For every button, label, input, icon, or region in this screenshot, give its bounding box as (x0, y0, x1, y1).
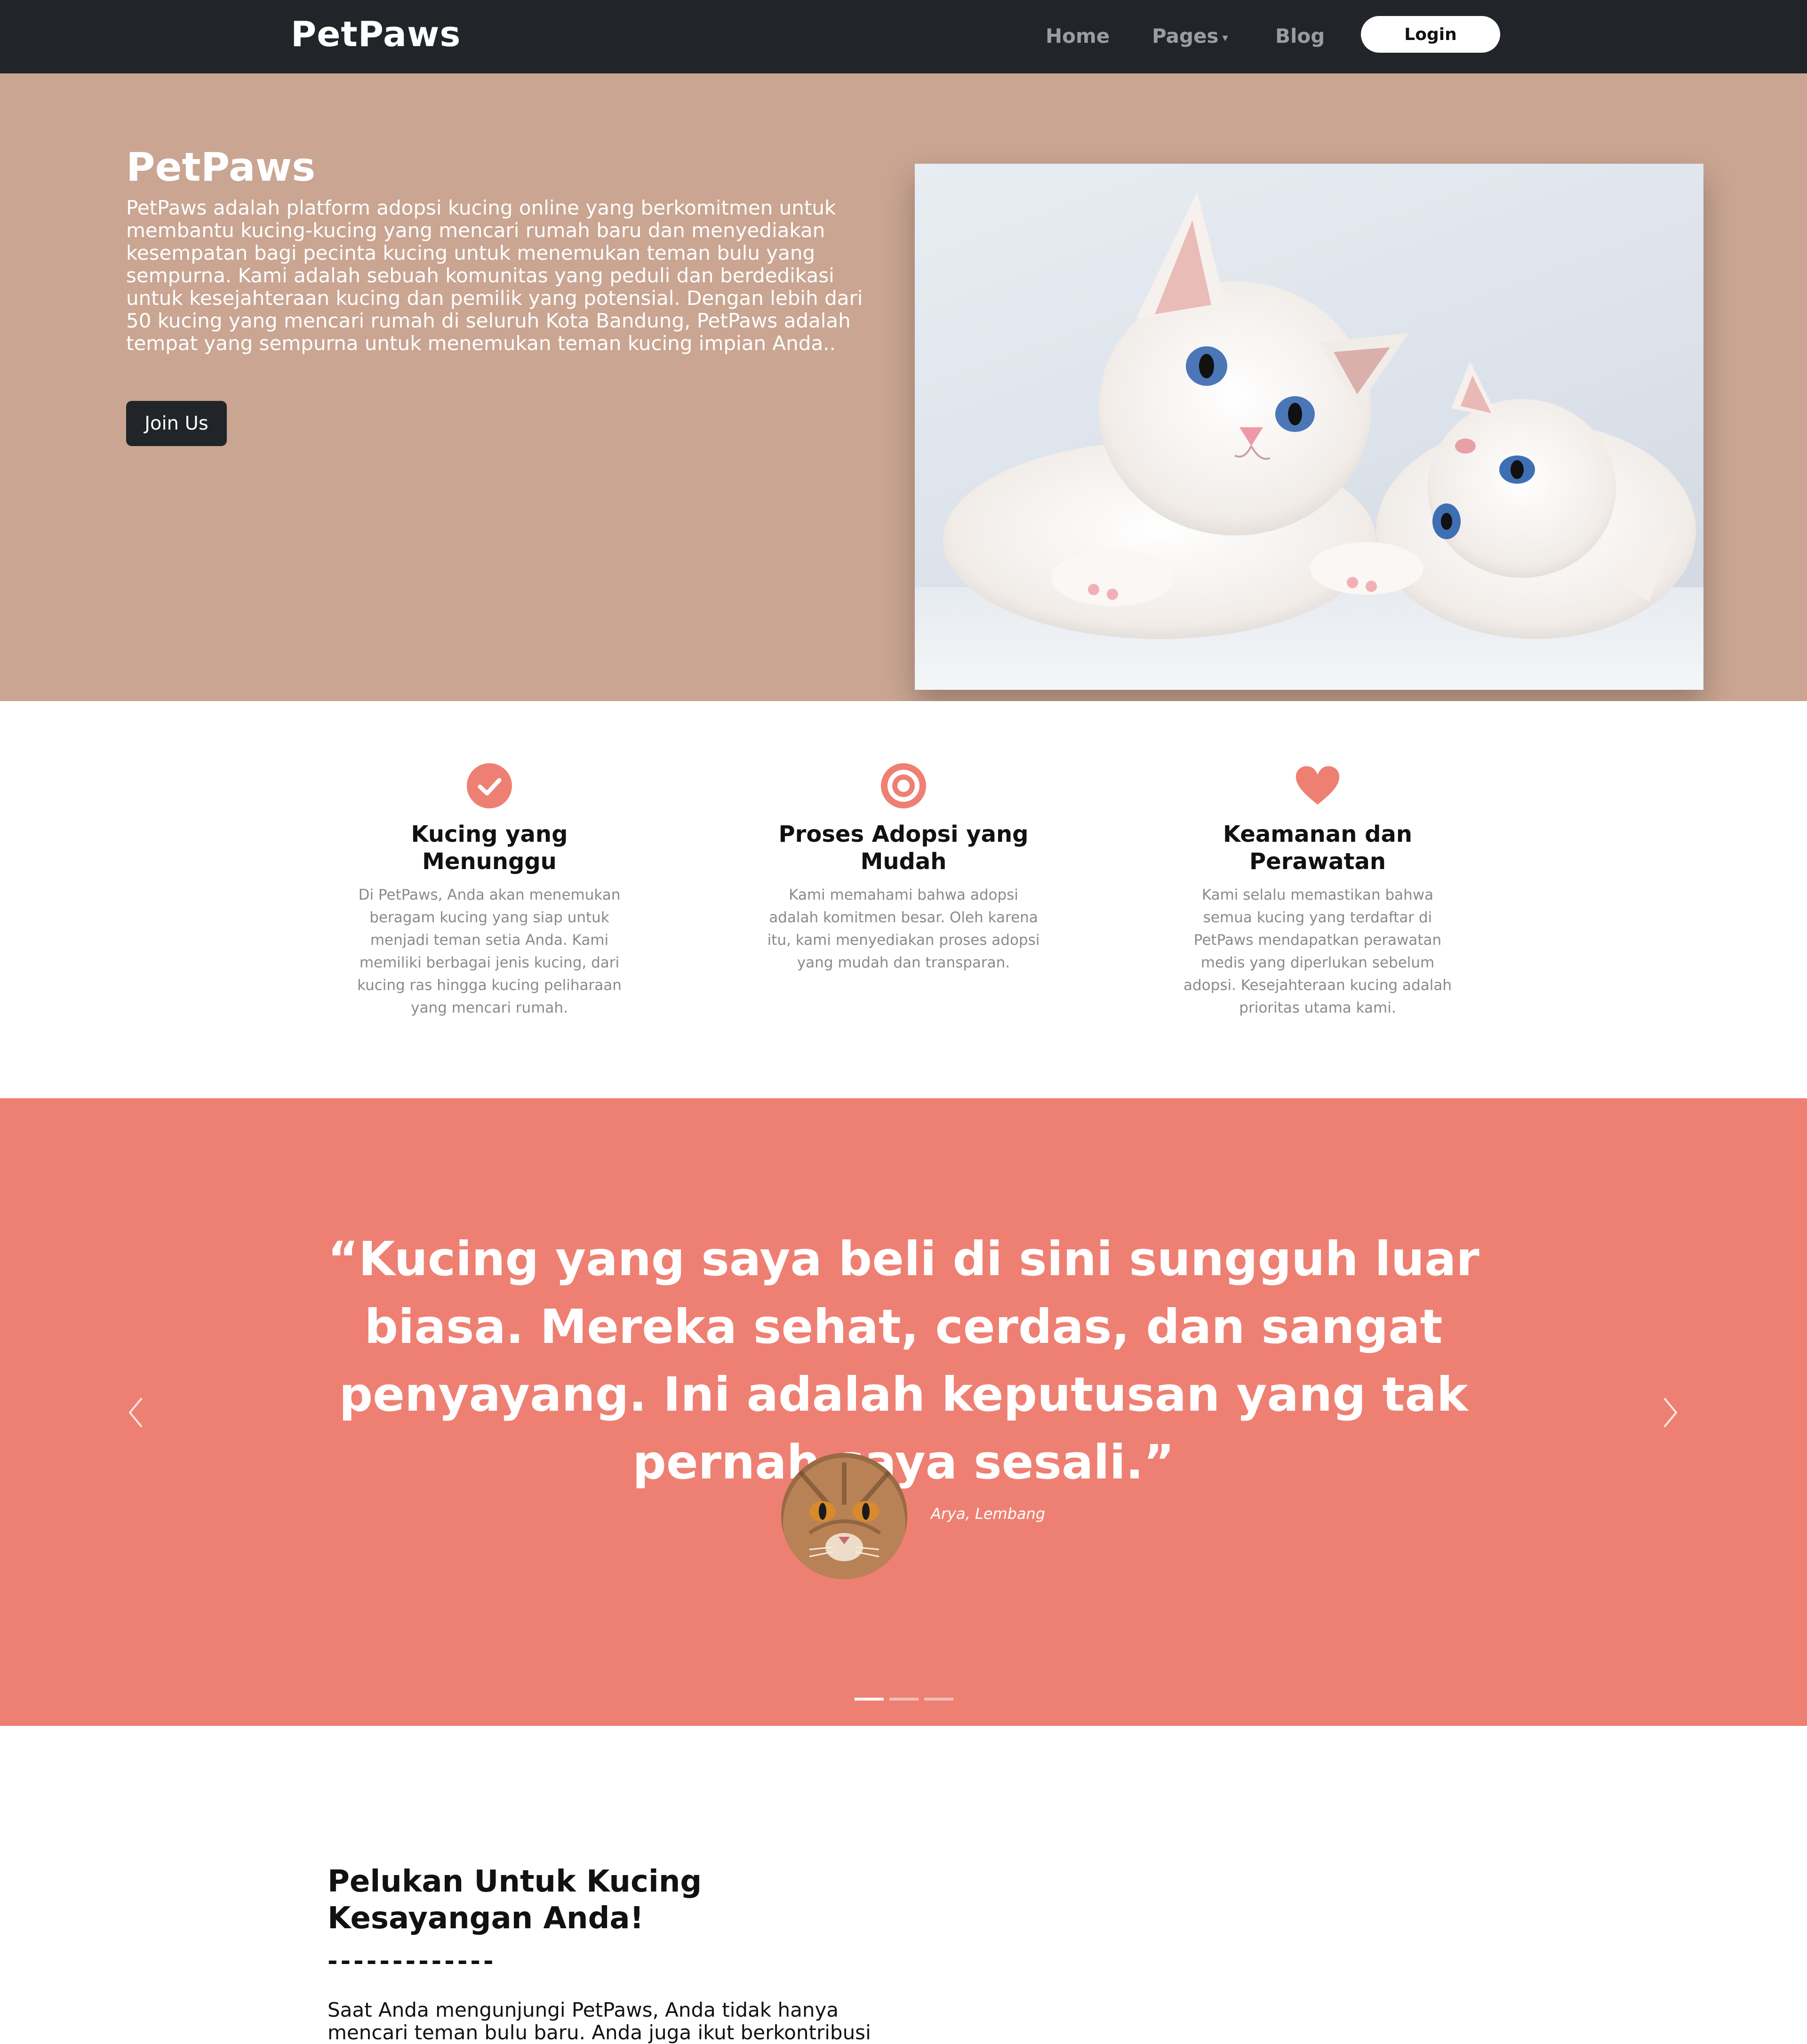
hero-title: PetPaws (126, 144, 316, 190)
feature-text: Kami memahami bahwa adopsi adalah komitm… (767, 886, 1040, 971)
feature-title: Keamanan dan Perawatan (1223, 821, 1413, 875)
navbar: PetPaws Home Pages ▾ Blog Login (0, 0, 1807, 73)
heart-icon (1295, 766, 1340, 805)
join-us-button[interactable]: Join Us (126, 401, 227, 446)
nav-pages-label: Pages (1152, 24, 1219, 48)
feature-text: Kami selalu memastikan bahwa semua kucin… (1183, 886, 1452, 1016)
caret-down-icon: ▾ (1222, 31, 1228, 44)
nav-blog-link[interactable]: Blog (1275, 24, 1325, 48)
chevron-left-icon (128, 1398, 142, 1427)
check-circle-icon (467, 763, 512, 808)
carousel-indicators (855, 1698, 953, 1701)
feature-easy-adoption: Proses Adopsi yang Mudah Kami memahami b… (758, 762, 1049, 974)
carousel-prev-button[interactable] (121, 1384, 150, 1441)
kittens-illustration (915, 192, 1703, 690)
testimonial-carousel: “Kucing yang saya beli di sini sungguh l… (0, 1098, 1807, 1726)
features-section: Kucing yang Menunggu Di PetPaws, Anda ak… (0, 701, 1807, 1098)
hero-section: PetPaws PetPaws adalah platform adopsi k… (0, 73, 1807, 701)
feature-text: Di PetPaws, Anda akan menemukan beragam … (357, 886, 622, 1016)
hero-description: PetPaws adalah platform adopsi kucing on… (126, 196, 863, 355)
hero-kittens-image (915, 164, 1703, 690)
nav-home-link[interactable]: Home (1046, 24, 1110, 48)
about-text: Saat Anda mengunjungi PetPaws, Anda tida… (328, 1998, 871, 2044)
cat-face-image (781, 1453, 907, 1579)
testimonial-quote: “Kucing yang saya beli di sini sungguh l… (328, 1231, 1479, 1490)
carousel-indicator-3[interactable] (924, 1698, 953, 1701)
about-section: Pelukan Untuk Kucing Kesayangan Anda! --… (0, 1726, 1807, 2044)
carousel-next-button[interactable] (1656, 1384, 1685, 1441)
login-button[interactable]: Login (1361, 16, 1500, 53)
target-icon (881, 763, 926, 808)
testimonial-author: Arya, Lembang (931, 1505, 1046, 1523)
avatar (781, 1453, 907, 1579)
feature-waiting-cats: Kucing yang Menunggu Di PetPaws, Anda ak… (344, 762, 635, 1019)
chevron-right-icon (1664, 1398, 1678, 1427)
feature-title: Proses Adopsi yang Mudah (778, 821, 1029, 875)
nav-pages-dropdown[interactable]: Pages ▾ (1152, 24, 1228, 48)
carousel-indicator-2[interactable] (889, 1698, 919, 1701)
brand-logo[interactable]: PetPaws (291, 14, 461, 55)
feature-safety-care: Keamanan dan Perawatan Kami selalu memas… (1172, 762, 1463, 1019)
about-title: Pelukan Untuk Kucing Kesayangan Anda! (328, 1864, 702, 1936)
feature-title: Kucing yang Menunggu (411, 821, 568, 875)
carousel-indicator-1[interactable] (855, 1698, 884, 1701)
about-divider: ------------- (328, 1947, 496, 1975)
